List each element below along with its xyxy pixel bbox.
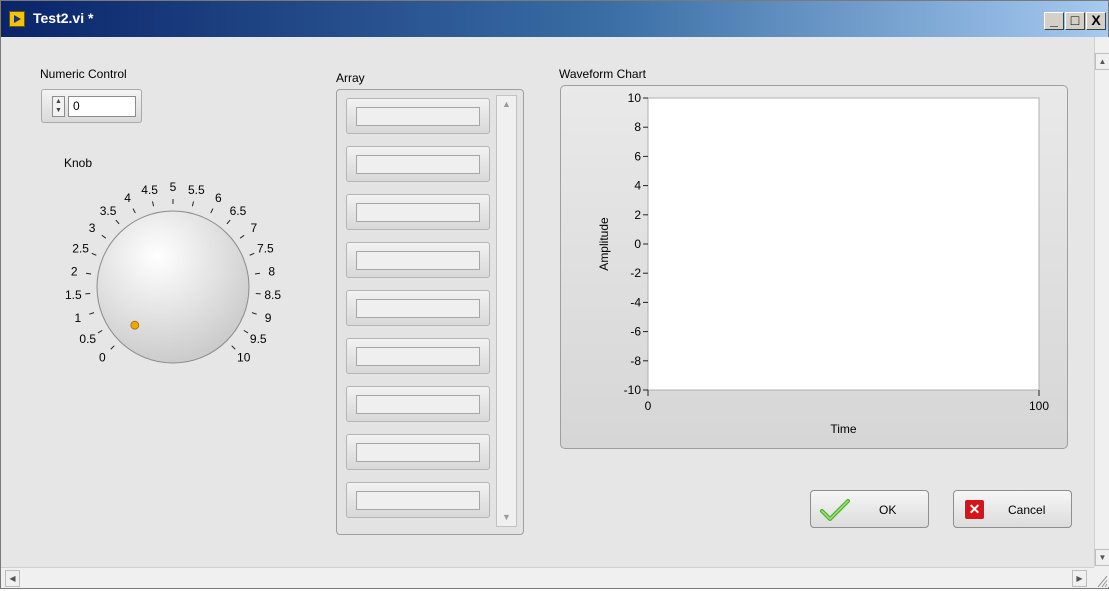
knob-tick-label: 0 [99,351,106,365]
scroll-up-icon[interactable]: ▲ [502,99,511,109]
cancel-x-icon: ✕ [965,500,984,519]
x-axis-label: Time [830,422,857,436]
y-tick-label: -8 [630,354,641,368]
y-tick-label: 0 [634,237,641,251]
plot-area[interactable] [648,98,1039,390]
array-element[interactable] [346,338,490,374]
knob-indicator [131,321,139,329]
x-tick-label: 100 [1029,399,1049,413]
knob-tick [89,313,94,315]
cancel-button-label: Cancel [1008,503,1045,517]
knob-tick [116,220,119,224]
knob-tick [86,273,91,274]
y-tick-label: 4 [634,179,641,193]
x-tick-label: 0 [645,399,652,413]
knob-tick-label: 1.5 [65,288,82,302]
waveform-chart-label: Waveform Chart [559,67,646,81]
knob-tick-label: 7.5 [257,242,274,256]
minimize-button[interactable]: _ [1044,12,1064,30]
knob-tick [152,201,153,206]
array-element[interactable] [346,194,490,230]
numeric-control-input[interactable]: 0 [68,96,136,117]
knob-tick [192,201,193,206]
y-tick-label: -6 [630,325,641,339]
title-bar[interactable]: Test2.vi * _ □ X [1,1,1108,37]
y-axis-label: Amplitude [597,217,611,271]
knob-tick-label: 6.5 [230,204,247,218]
y-tick-label: -4 [630,295,641,309]
scroll-down-icon[interactable]: ▼ [1095,549,1109,566]
array-element[interactable] [346,146,490,182]
knob-tick [255,273,260,274]
y-tick-label: -10 [624,383,642,397]
vi-window: Test2.vi * _ □ X Numeric Control ▲▼ 0 Kn… [0,0,1109,589]
knob-tick-label: 1 [75,311,82,325]
scroll-left-icon[interactable]: ◀ [5,570,20,587]
knob-tick-label: 5.5 [188,183,205,197]
knob-tick-label: 0.5 [79,332,96,346]
array-element[interactable] [346,98,490,134]
knob-tick [98,330,102,333]
knob-tick-label: 4.5 [141,183,158,197]
maximize-button[interactable]: □ [1065,12,1085,30]
scroll-down-icon[interactable]: ▼ [502,512,511,522]
array-element[interactable] [346,482,490,518]
y-tick-label: 2 [634,208,641,222]
knob-tick [133,209,135,213]
knob-tick-label: 4 [124,191,131,205]
knob-tick-label: 2 [71,264,78,278]
knob-tick-label: 9.5 [250,332,267,346]
knob-tick [244,330,248,333]
numeric-increment-decrement[interactable]: ▲▼ [52,96,65,117]
knob-dial[interactable] [97,211,249,363]
array-element[interactable] [346,290,490,326]
y-tick-label: -2 [630,266,641,280]
knob-tick-label: 5 [170,180,177,194]
knob-tick-label: 3 [89,221,96,235]
array-label: Array [336,71,365,85]
numeric-control: ▲▼ 0 [41,89,142,123]
knob-tick-label: 8.5 [264,288,281,302]
ok-button[interactable]: OK [810,490,929,528]
knob-tick [92,253,97,255]
knob-tick-label: 2.5 [72,242,89,256]
numeric-control-label: Numeric Control [40,67,127,81]
ok-button-label: OK [879,503,896,517]
knob-tick-label: 6 [215,191,222,205]
knob-tick [250,253,255,255]
array-scrollbar[interactable]: ▲ ▼ [496,95,517,527]
knob[interactable]: 00.5 1 1.5 2 2.53 3.5 4 4.5 5 5.5 6 6.5 7 7.5 8 8.5 9 9.5… [45,161,305,391]
close-button[interactable]: X [1086,12,1106,30]
knob-tick [111,346,115,350]
labview-vi-icon[interactable] [9,11,25,27]
array-element[interactable] [346,242,490,278]
knob-tick [252,313,257,315]
array-control: ▲ ▼ [336,89,524,535]
y-tick-label: 8 [634,120,641,134]
window-title: Test2.vi * [33,10,93,26]
knob-tick-label: 7 [251,221,258,235]
array-element[interactable] [346,434,490,470]
waveform-chart[interactable]: 1086420-2-4-6-8-100100TimeAmplitude [560,85,1068,449]
scroll-right-icon[interactable]: ▶ [1072,570,1087,587]
knob-tick [232,346,236,350]
array-element[interactable] [346,386,490,422]
knob-tick [227,220,230,224]
knob-tick-label: 3.5 [100,204,117,218]
cancel-button[interactable]: ✕ Cancel [953,490,1072,528]
scroll-up-icon[interactable]: ▲ [1095,53,1109,70]
knob-tick-label: 9 [265,311,272,325]
horizontal-scrollbar[interactable]: ◀ ▶ [1,567,1094,588]
y-tick-label: 6 [634,149,641,163]
knob-tick [240,235,244,238]
resize-grip-icon[interactable] [1094,567,1108,588]
checkmark-icon [819,498,851,522]
knob-tick [102,235,106,238]
vertical-scrollbar[interactable]: ▲ ▼ [1094,37,1109,587]
knob-tick [211,209,213,213]
knob-tick-label: 10 [237,351,251,365]
y-tick-label: 10 [628,91,642,105]
knob-tick-label: 8 [268,264,275,278]
